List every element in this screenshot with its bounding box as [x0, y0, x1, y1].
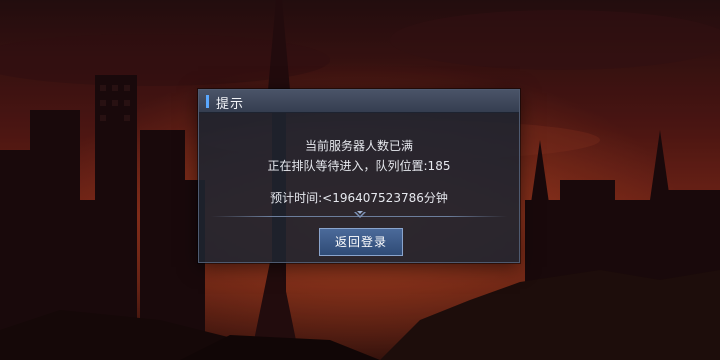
dialog-title: 提示 — [216, 97, 245, 112]
server-full-message: 当前服务器人数已满 — [304, 139, 413, 153]
queue-dialog: 提示 当前服务器人数已满 正在排队等待进入，队列位置:185 预计时间:<196… — [198, 89, 520, 263]
chevron-down-icon — [354, 211, 366, 218]
estimated-time-message: 预计时间:<196407523786分钟 — [270, 191, 448, 205]
dialog-header: 提示 — [199, 90, 519, 113]
title-accent-bar — [206, 95, 209, 108]
queue-position-message: 正在排队等待进入，队列位置:185 — [267, 159, 451, 173]
back-to-login-button[interactable]: 返回登录 — [319, 228, 403, 256]
